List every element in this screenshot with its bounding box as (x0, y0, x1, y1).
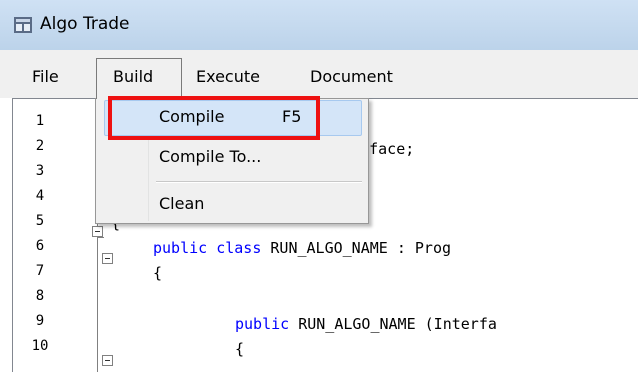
keyword: public (235, 315, 290, 333)
menu-item-label: Clean (159, 194, 205, 213)
line-number: 4 (35, 188, 45, 204)
menu-item-compile-to[interactable]: Compile To... (96, 139, 368, 175)
menu-build[interactable]: Build (96, 58, 182, 99)
line-number: 10 (31, 338, 49, 354)
menu-file[interactable]: File (32, 67, 59, 86)
line-number: 8 (35, 288, 45, 304)
menu-item-label: Compile To... (159, 147, 262, 166)
line-number: 7 (35, 263, 45, 279)
code-line-10: { (235, 340, 245, 358)
menu-build-label: Build (113, 67, 154, 86)
line-number: 9 (35, 313, 45, 329)
code-text: RUN_ALGO_NAME (Interfa (289, 315, 497, 333)
code-line-7: { (153, 264, 163, 282)
fold-tick (98, 237, 104, 238)
code-text: RUN_ALGO_NAME : Prog (261, 239, 452, 257)
fold-collapse-icon[interactable] (102, 253, 113, 264)
line-number-gutter: 1 2 3 4 5 6 7 8 9 10 (13, 99, 73, 372)
menu-item-clean[interactable]: Clean (96, 186, 368, 222)
menu-document[interactable]: Document (310, 67, 393, 86)
menu-separator-highlight (156, 182, 362, 183)
code-line-9: public RUN_ALGO_NAME (Interfa (235, 315, 497, 333)
line-number: 3 (35, 163, 45, 179)
fold-collapse-icon[interactable] (92, 226, 103, 237)
line-number: 1 (35, 113, 45, 129)
title-bar: Algo Trade (0, 0, 638, 50)
keyword: public class (153, 239, 262, 257)
line-number: 6 (35, 238, 45, 254)
window-title: Algo Trade (40, 14, 130, 34)
menu-execute[interactable]: Execute (196, 67, 260, 86)
fold-collapse-icon[interactable] (102, 355, 113, 366)
line-number: 2 (35, 138, 45, 154)
app-icon (14, 17, 32, 33)
line-number: 5 (35, 213, 45, 229)
code-line-6: public class RUN_ALGO_NAME : Prog (153, 239, 451, 257)
annotation-highlight-box (108, 96, 320, 140)
